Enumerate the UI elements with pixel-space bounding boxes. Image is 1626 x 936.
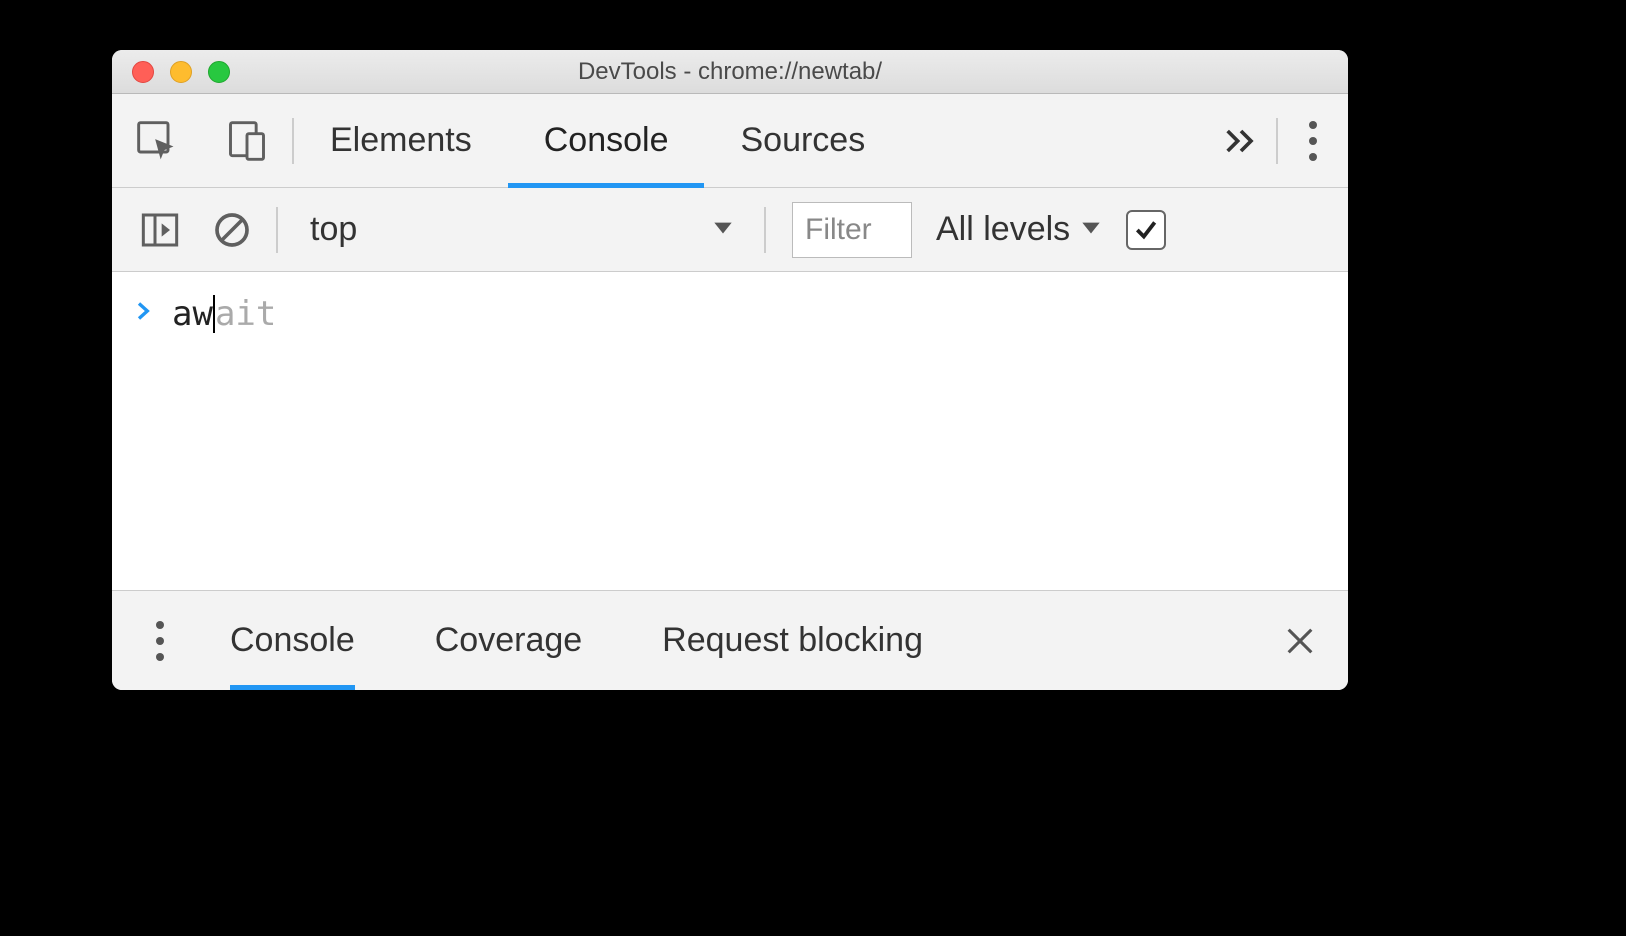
minimize-window-button[interactable] xyxy=(170,61,192,83)
close-window-button[interactable] xyxy=(132,61,154,83)
autocomplete-suggestion: ait xyxy=(215,294,276,334)
drawer-tab-label: Console xyxy=(230,621,355,660)
console-prompt[interactable]: await xyxy=(134,294,1326,335)
filter-placeholder: Filter xyxy=(805,213,872,247)
group-similar-checkbox[interactable] xyxy=(1126,210,1166,250)
text-cursor xyxy=(213,295,215,333)
chevron-down-icon xyxy=(1078,210,1104,249)
zoom-window-button[interactable] xyxy=(208,61,230,83)
filter-input[interactable]: Filter xyxy=(792,202,912,258)
separator xyxy=(276,207,278,253)
drawer-tabs: Console Coverage Request blocking xyxy=(190,591,1270,690)
prompt-caret-icon xyxy=(134,294,154,334)
toggle-sidebar-icon[interactable] xyxy=(124,188,196,272)
separator xyxy=(764,207,766,253)
close-drawer-icon[interactable] xyxy=(1270,624,1330,658)
drawer-menu-icon[interactable] xyxy=(130,621,190,661)
clear-console-icon[interactable] xyxy=(196,188,268,272)
tab-elements[interactable]: Elements xyxy=(294,94,508,187)
chevron-down-icon xyxy=(710,210,736,249)
tab-label: Console xyxy=(544,121,669,160)
settings-menu-icon[interactable] xyxy=(1278,121,1348,161)
devtools-window: DevTools - chrome://newtab/ Elements Con… xyxy=(112,50,1348,690)
log-levels-select[interactable]: All levels xyxy=(936,210,1104,249)
tab-sources[interactable]: Sources xyxy=(704,94,901,187)
console-input-line[interactable]: await xyxy=(172,294,276,335)
console-toolbar: top Filter All levels xyxy=(112,188,1348,272)
console-body[interactable]: await xyxy=(112,272,1348,590)
drawer-tab-request-blocking[interactable]: Request blocking xyxy=(622,591,963,690)
tab-console[interactable]: Console xyxy=(508,94,705,187)
drawer-tab-label: Request blocking xyxy=(662,621,923,660)
context-value: top xyxy=(310,210,357,249)
drawer-tab-coverage[interactable]: Coverage xyxy=(395,591,622,690)
panel-tabs: Elements Console Sources xyxy=(294,94,1206,187)
titlebar: DevTools - chrome://newtab/ xyxy=(112,50,1348,94)
levels-label: All levels xyxy=(936,210,1070,249)
execution-context-select[interactable]: top xyxy=(286,198,756,262)
drawer-tab-label: Coverage xyxy=(435,621,582,660)
device-toggle-icon[interactable] xyxy=(202,94,292,188)
traffic-lights xyxy=(112,61,230,83)
tab-label: Sources xyxy=(740,121,865,160)
typed-text: aw xyxy=(172,294,213,334)
drawer-tab-console[interactable]: Console xyxy=(190,591,395,690)
tab-label: Elements xyxy=(330,121,472,160)
more-tabs-icon[interactable] xyxy=(1206,121,1276,161)
drawer: Console Coverage Request blocking xyxy=(112,590,1348,690)
window-title: DevTools - chrome://newtab/ xyxy=(112,58,1348,86)
main-toolbar: Elements Console Sources xyxy=(112,94,1348,188)
inspect-element-icon[interactable] xyxy=(112,94,202,188)
